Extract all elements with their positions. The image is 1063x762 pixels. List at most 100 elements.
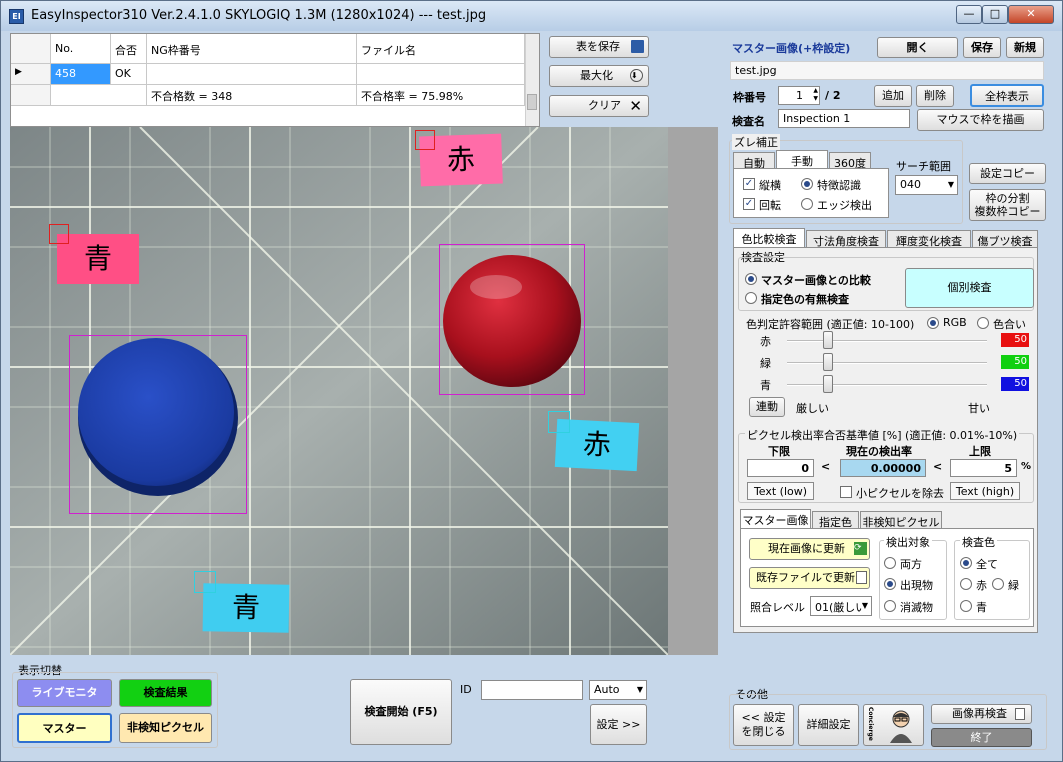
rotation-checkbox[interactable]: ✓ — [743, 198, 755, 210]
update-from-current-button[interactable]: 現在画像に更新 ⟳ — [749, 538, 870, 560]
color-all-radio[interactable] — [960, 557, 972, 569]
rotation-label: 回転 — [759, 199, 781, 212]
inspection-name-input[interactable]: Inspection 1 — [778, 109, 910, 128]
master-view-button[interactable]: マスター — [17, 713, 112, 743]
file-icon — [1015, 708, 1025, 720]
tab-offset-manual[interactable]: 手動 — [776, 150, 828, 169]
detect-appear-radio[interactable] — [884, 578, 896, 590]
minimize-button[interactable]: — — [956, 5, 982, 24]
frame-number-spinner[interactable]: 1 ▲ ▼ — [778, 86, 820, 105]
col-header-file[interactable]: ファイル名 — [357, 34, 525, 64]
tab-specified-color[interactable]: 指定色 — [812, 511, 859, 529]
tab-color-compare[interactable]: 色比較検査 — [733, 228, 805, 248]
vertical-horizontal-checkbox[interactable]: ✓ — [743, 178, 755, 190]
blue-slider-track[interactable] — [787, 384, 987, 386]
link-button[interactable]: 連動 — [749, 397, 785, 417]
color-green-label: 緑 — [1008, 579, 1019, 592]
summary-fail-rate: 不合格率 = 75.98% — [357, 85, 525, 106]
tab-master-image[interactable]: マスター画像 — [740, 509, 811, 529]
rgb-radio[interactable] — [927, 317, 939, 329]
upper-limit-input[interactable]: 5 — [950, 459, 1017, 477]
update-from-file-button[interactable]: 既存ファイルで更新 — [749, 567, 870, 589]
delete-frame-button[interactable]: 削除 — [916, 85, 954, 107]
master-compare-radio[interactable] — [745, 273, 757, 285]
current-rate-value: 0.00000 — [840, 459, 926, 477]
col-header-ng[interactable]: NG枠番号 — [147, 34, 357, 64]
feature-marker-red-2[interactable] — [49, 224, 69, 244]
feature-recognition-radio[interactable] — [801, 178, 813, 190]
detect-disappear-radio[interactable] — [884, 600, 896, 612]
split-copy-button[interactable]: 枠の分割 複数枠コピー — [969, 189, 1046, 221]
tab-undetected-pixel[interactable]: 非検知ピクセル — [860, 511, 942, 529]
col-header-result[interactable]: 合否 — [111, 34, 147, 64]
text-low-field[interactable]: Text (low) — [747, 482, 814, 500]
auto-select[interactable]: Auto ▼ — [589, 680, 647, 700]
inspection-image[interactable]: 赤 青 赤 青 — [10, 127, 668, 655]
red-slider-track[interactable] — [787, 340, 987, 342]
scrollbar-thumb[interactable] — [527, 94, 537, 110]
tab-dimension-angle[interactable]: 寸法角度検査 — [806, 230, 886, 248]
maximize-window-button[interactable]: □ — [982, 5, 1008, 24]
tab-offset-auto[interactable]: 自動 — [733, 152, 775, 170]
show-all-frames-button[interactable]: 全枠表示 — [970, 84, 1044, 107]
table-cell-result[interactable]: OK — [111, 64, 147, 85]
green-slider-thumb[interactable] — [823, 353, 833, 371]
save-table-button[interactable]: 表を保存 — [549, 36, 649, 58]
color-red-radio[interactable] — [960, 578, 972, 590]
hue-radio[interactable] — [977, 317, 989, 329]
tab-scratch[interactable]: 傷ブツ検査 — [972, 230, 1038, 248]
upper-limit-label: 上限 — [969, 445, 991, 458]
rgb-label: RGB — [943, 316, 967, 329]
edge-detection-radio[interactable] — [801, 198, 813, 210]
table-scrollbar[interactable] — [525, 34, 539, 126]
table-cell-file[interactable] — [357, 64, 525, 85]
feature-marker-red-1[interactable] — [415, 130, 435, 150]
concierge-button[interactable]: Concierge — [863, 704, 924, 746]
new-button[interactable]: 新規 — [1006, 37, 1044, 58]
inspection-result-button[interactable]: 検査結果 — [119, 679, 212, 707]
color-presence-radio[interactable] — [745, 292, 757, 304]
feature-marker-cyan-2[interactable] — [194, 571, 216, 593]
table-cell-no[interactable]: 458 — [51, 64, 111, 85]
match-level-select[interactable]: 01(厳しい ▼ — [810, 596, 872, 616]
red-slider-thumb[interactable] — [823, 331, 833, 349]
text-high-field[interactable]: Text (high) — [950, 482, 1020, 500]
lower-limit-label: 下限 — [768, 445, 790, 458]
green-slider-track[interactable] — [787, 362, 987, 364]
summary-fail-count: 不合格数 = 348 — [147, 85, 357, 106]
copy-settings-button[interactable]: 設定コピー — [969, 163, 1046, 184]
master-compare-label: マスター画像との比較 — [761, 274, 871, 287]
add-frame-button[interactable]: 追加 — [874, 85, 912, 107]
close-settings-button[interactable]: << 設定 を閉じる — [733, 704, 794, 746]
col-header-no[interactable]: No. — [51, 34, 111, 64]
blue-slider-thumb[interactable] — [823, 375, 833, 393]
draw-frame-mouse-button[interactable]: マウスで枠を描画 — [917, 109, 1044, 131]
start-inspection-button[interactable]: 検査開始 (F5) — [350, 679, 452, 745]
open-button[interactable]: 開く — [877, 37, 958, 58]
settings-toggle-button[interactable]: 設定 >> — [590, 704, 647, 745]
exit-button[interactable]: 終了 — [931, 728, 1032, 747]
inspection-frame-1[interactable] — [439, 244, 585, 395]
search-range-select[interactable]: 040 ▼ — [895, 175, 958, 195]
individual-inspection-button[interactable]: 個別検査 — [905, 268, 1034, 308]
close-window-button[interactable]: ✕ — [1008, 5, 1054, 24]
feature-marker-cyan-1[interactable] — [548, 411, 570, 433]
undetected-pixel-button[interactable]: 非検知ピクセル — [119, 713, 212, 743]
frame-total: / 2 — [825, 89, 841, 102]
id-input[interactable] — [481, 680, 583, 700]
tab-offset-360[interactable]: 360度 — [829, 152, 871, 170]
remove-small-checkbox[interactable] — [840, 486, 852, 498]
detail-settings-button[interactable]: 詳細設定 — [798, 704, 859, 746]
maximize-table-button[interactable]: 最大化 ⬇ — [549, 65, 649, 87]
reinspect-button[interactable]: 画像再検査 — [931, 704, 1032, 724]
inspection-frame-2[interactable] — [69, 335, 247, 514]
live-monitor-button[interactable]: ライブモニタ — [17, 679, 112, 707]
tab-brightness-change[interactable]: 輝度変化検査 — [887, 230, 971, 248]
lower-limit-input[interactable]: 0 — [747, 459, 814, 477]
clear-table-button[interactable]: クリア ✕ — [549, 95, 649, 117]
table-cell-ng[interactable] — [147, 64, 357, 85]
color-blue-radio[interactable] — [960, 600, 972, 612]
detect-both-radio[interactable] — [884, 557, 896, 569]
color-green-radio[interactable] — [992, 578, 1004, 590]
save-master-button[interactable]: 保存 — [963, 37, 1001, 58]
